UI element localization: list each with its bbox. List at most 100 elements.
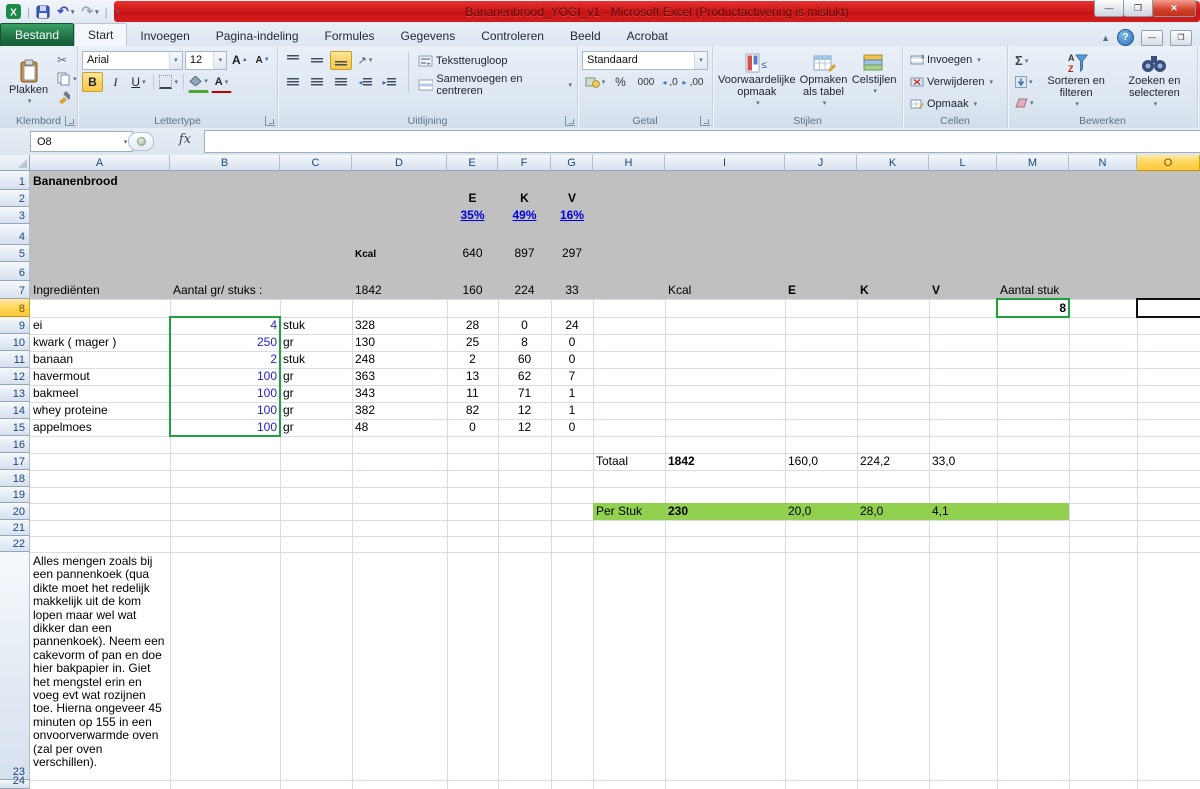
- cell-D6[interactable]: [352, 262, 448, 282]
- cell-I18[interactable]: [665, 470, 786, 488]
- customize-qat-icon[interactable]: ▾: [114, 3, 122, 21]
- row-header-20[interactable]: 20: [0, 503, 30, 520]
- klembord-dialog-launcher[interactable]: [65, 116, 75, 126]
- column-header-B[interactable]: B: [170, 155, 280, 171]
- cell-N23[interactable]: [1069, 552, 1138, 781]
- cell-E18[interactable]: [447, 470, 499, 488]
- file-tab[interactable]: Bestand: [0, 23, 74, 46]
- cell-E16[interactable]: [447, 436, 499, 454]
- cell-E2[interactable]: E: [447, 190, 499, 208]
- cell-N19[interactable]: [1069, 487, 1138, 504]
- cell-O15[interactable]: [1137, 419, 1200, 437]
- cell-L18[interactable]: [929, 470, 998, 488]
- wrap-text-button[interactable]: Tekstterugloop: [417, 51, 573, 71]
- cell-N2[interactable]: [1069, 190, 1138, 208]
- cell-E7[interactable]: 160: [447, 281, 499, 300]
- cell-J11[interactable]: [785, 351, 858, 369]
- undo-icon[interactable]: ↶▾: [55, 3, 76, 21]
- cell-I4[interactable]: [665, 224, 786, 246]
- cell-A23[interactable]: Alles mengen zoals bij een pannenkoek (q…: [30, 552, 171, 781]
- cell-F21[interactable]: [498, 520, 552, 537]
- cell-C7[interactable]: [280, 281, 353, 300]
- cell-C4[interactable]: [280, 224, 353, 246]
- cell-B12[interactable]: 100: [170, 368, 281, 386]
- cell-N18[interactable]: [1069, 470, 1138, 488]
- row-header-2[interactable]: 2: [0, 190, 30, 207]
- tab-controleren[interactable]: Controleren: [468, 25, 557, 46]
- cell-O2[interactable]: [1137, 190, 1200, 208]
- cell-H9[interactable]: [593, 317, 666, 335]
- cell-B8[interactable]: [170, 299, 281, 318]
- cell-M2[interactable]: [997, 190, 1070, 208]
- cell-L24[interactable]: [929, 780, 998, 789]
- cell-D17[interactable]: [352, 453, 448, 471]
- cell-A13[interactable]: bakmeel: [30, 385, 171, 403]
- cell-G12[interactable]: 7: [551, 368, 594, 386]
- cell-L4[interactable]: [929, 224, 998, 246]
- cell-N4[interactable]: [1069, 224, 1138, 246]
- cell-H10[interactable]: [593, 334, 666, 352]
- cell-M16[interactable]: [997, 436, 1070, 454]
- cell-B17[interactable]: [170, 453, 281, 471]
- cell-E12[interactable]: 13: [447, 368, 499, 386]
- increase-indent-button[interactable]: ▸: [378, 73, 400, 92]
- cell-I14[interactable]: [665, 402, 786, 420]
- cell-K12[interactable]: [857, 368, 930, 386]
- cell-B16[interactable]: [170, 436, 281, 454]
- cell-D20[interactable]: [352, 503, 448, 521]
- cell-N5[interactable]: [1069, 245, 1138, 263]
- cell-H8[interactable]: [593, 299, 666, 318]
- cell-H21[interactable]: [593, 520, 666, 537]
- cell-D19[interactable]: [352, 487, 448, 504]
- cell-A1[interactable]: Bananenbrood: [30, 171, 171, 191]
- cell-A14[interactable]: whey proteine: [30, 402, 171, 420]
- cell-M4[interactable]: [997, 224, 1070, 246]
- cell-K3[interactable]: [857, 207, 930, 225]
- column-header-D[interactable]: D: [352, 155, 447, 171]
- cell-B5[interactable]: [170, 245, 281, 263]
- cell-J7[interactable]: E: [785, 281, 858, 300]
- cell-E4[interactable]: [447, 224, 499, 246]
- fill-color-button[interactable]: ▾: [188, 71, 209, 93]
- tab-pagina-indeling[interactable]: Pagina-indeling: [203, 25, 312, 46]
- cell-M24[interactable]: [997, 780, 1070, 789]
- decrease-font-button[interactable]: A▼: [252, 50, 273, 70]
- cell-L14[interactable]: [929, 402, 998, 420]
- restore-window-button[interactable]: ❐: [1123, 0, 1153, 17]
- cell-H23[interactable]: [593, 552, 666, 781]
- cell-E24[interactable]: [447, 780, 499, 789]
- cell-N1[interactable]: [1069, 171, 1138, 191]
- cell-N13[interactable]: [1069, 385, 1138, 403]
- cell-I6[interactable]: [665, 262, 786, 282]
- cell-D18[interactable]: [352, 470, 448, 488]
- cell-M1[interactable]: [997, 171, 1070, 191]
- cell-A12[interactable]: havermout: [30, 368, 171, 386]
- cell-E9[interactable]: 28: [447, 317, 499, 335]
- row-header-12[interactable]: 12: [0, 368, 30, 385]
- cell-C23[interactable]: [280, 552, 353, 781]
- cell-O11[interactable]: [1137, 351, 1200, 369]
- cell-A11[interactable]: banaan: [30, 351, 171, 369]
- row-header-6[interactable]: 6: [0, 262, 30, 281]
- cell-J21[interactable]: [785, 520, 858, 537]
- close-window-button[interactable]: ✕: [1152, 0, 1196, 17]
- row-header-11[interactable]: 11: [0, 351, 30, 368]
- cell-D22[interactable]: [352, 536, 448, 553]
- cell-M12[interactable]: [997, 368, 1070, 386]
- tab-acrobat[interactable]: Acrobat: [614, 25, 681, 46]
- cell-C22[interactable]: [280, 536, 353, 553]
- cell-M5[interactable]: [997, 245, 1070, 263]
- cell-L12[interactable]: [929, 368, 998, 386]
- cell-N15[interactable]: [1069, 419, 1138, 437]
- cell-G11[interactable]: 0: [551, 351, 594, 369]
- cell-M7[interactable]: Aantal stuk: [997, 281, 1070, 300]
- cell-I5[interactable]: [665, 245, 786, 263]
- cell-J6[interactable]: [785, 262, 858, 282]
- row-header-18[interactable]: 18: [0, 470, 30, 487]
- cell-F19[interactable]: [498, 487, 552, 504]
- cell-D23[interactable]: [352, 552, 448, 781]
- align-middle-button[interactable]: [306, 51, 328, 70]
- cell-M6[interactable]: [997, 262, 1070, 282]
- cell-N22[interactable]: [1069, 536, 1138, 553]
- font-color-button[interactable]: A▾: [211, 72, 232, 93]
